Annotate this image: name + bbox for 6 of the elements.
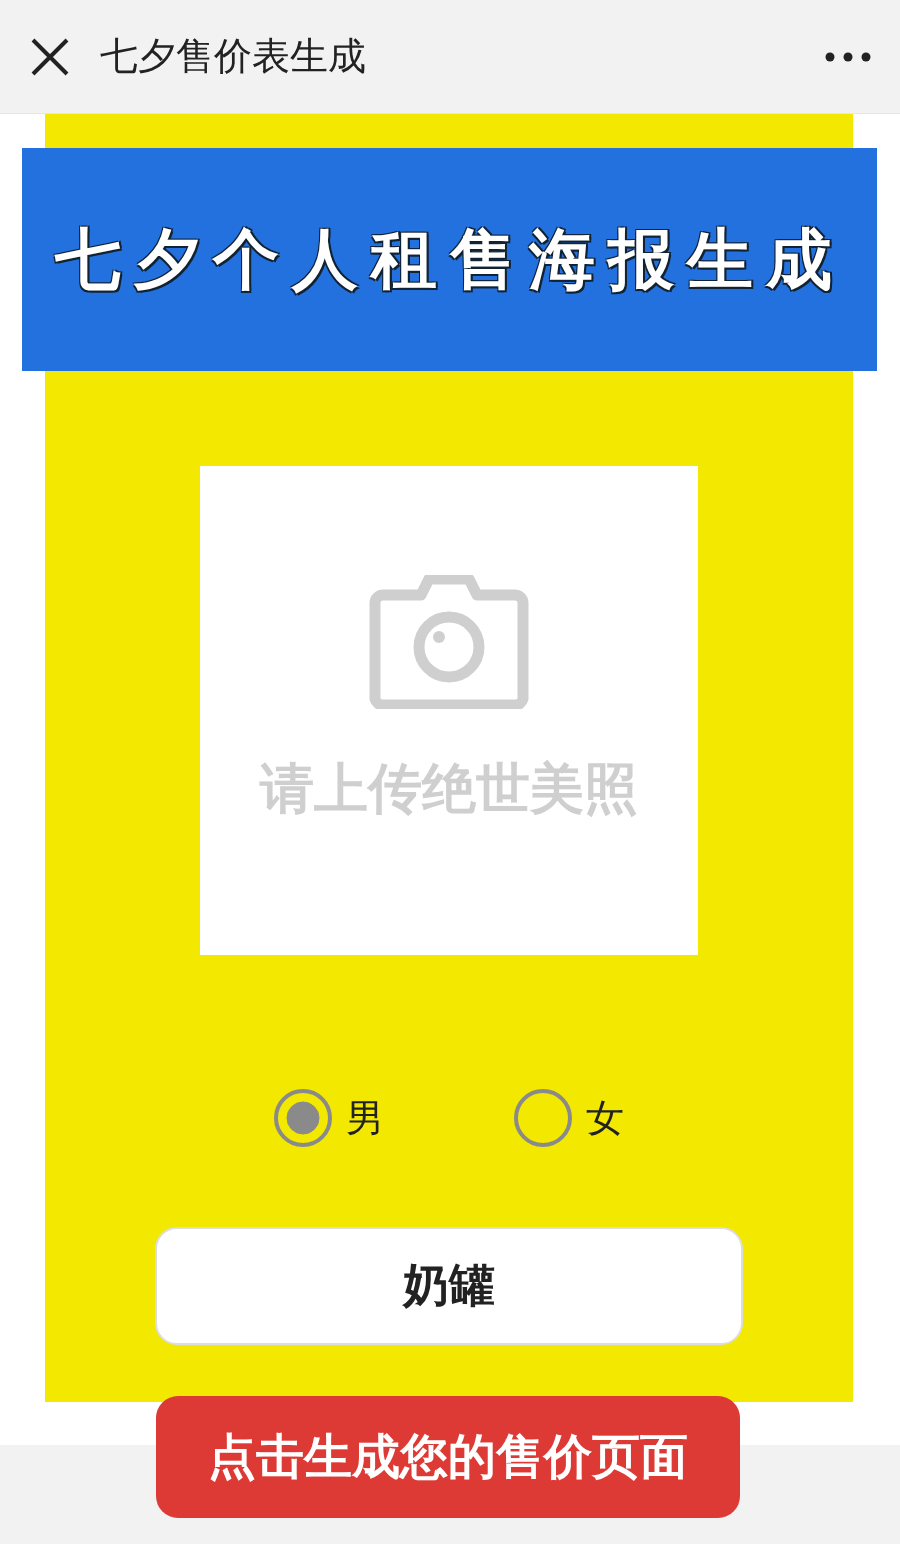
name-field[interactable]: 奶罐	[155, 1227, 743, 1345]
generate-button[interactable]: 点击生成您的售价页面	[156, 1396, 740, 1518]
camera-icon	[369, 575, 529, 709]
banner-title: 七夕个人租售海报生成	[54, 219, 845, 300]
window-title: 七夕售价表生成	[100, 33, 367, 80]
more-icon[interactable]	[824, 50, 872, 63]
